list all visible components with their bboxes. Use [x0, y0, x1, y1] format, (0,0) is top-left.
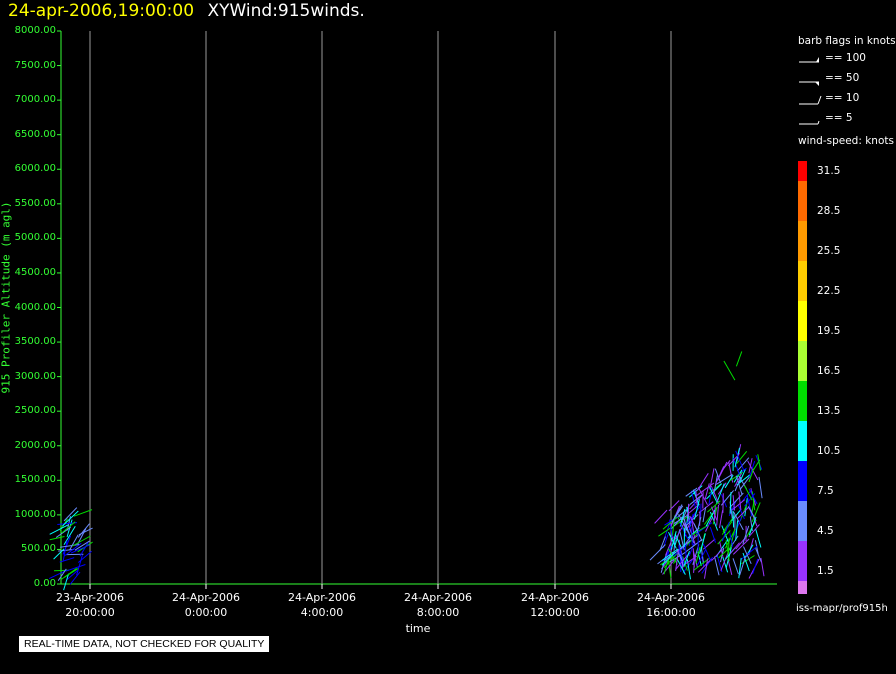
source-path: iss-mapr/prof915h: [796, 603, 888, 614]
colorbar-legend: wind-speed: knots 31.5 28.5 25.5 22.5 19.5 16…: [795, 132, 896, 594]
colorbar-label: 10.5: [817, 445, 841, 457]
y-tick-label: 2500.00: [14, 405, 56, 417]
colorbar-swatch: [798, 221, 807, 261]
y-tick-label: 0.00: [33, 578, 56, 589]
barb-10-icon: [799, 95, 822, 105]
wind-barb: [752, 558, 759, 575]
x-tick-date: 24-Apr-2006: [636, 591, 705, 604]
y-tick-label: 5000.00: [14, 232, 56, 244]
x-tick-time: 4:00:00: [300, 606, 344, 619]
y-tick-label: 7500.00: [14, 59, 56, 71]
colorbar-swatch: [798, 541, 807, 581]
x-axis-label: time: [405, 622, 431, 635]
wind-barb: [695, 490, 698, 506]
y-tick-label: 3000.00: [14, 370, 56, 382]
wind-barb: [732, 495, 735, 511]
colorbar-label: 19.5: [817, 325, 841, 337]
y-tick-label: 4000.00: [14, 301, 56, 313]
barb-5-label: == 5: [825, 112, 853, 124]
colorbar-title: wind-speed: knots: [798, 135, 894, 147]
y-tick-label: 2000.00: [14, 439, 56, 451]
barb-legend-title: barb flags in knots: [798, 35, 896, 47]
wind-barb: [729, 529, 736, 551]
barb-50-label: == 50: [825, 72, 860, 84]
x-tick-label: 24-Apr-2006 12:00:00: [510, 590, 600, 620]
colorbar-swatch: [798, 581, 807, 594]
wind-barb: [727, 558, 733, 576]
wind-barb: [732, 558, 739, 575]
barb-legend: barb flags in knots == 100 == 50 == 10 =…: [795, 30, 896, 130]
wind-barb: [720, 494, 728, 508]
flag-50-icon: [799, 81, 819, 86]
barb-5-icon: [799, 120, 820, 125]
wind-barb: [723, 360, 736, 381]
y-tick-label: 3500.00: [14, 336, 56, 348]
colorbar-swatch: [798, 181, 807, 221]
colorbar-label: 13.5: [817, 405, 841, 417]
wind-barb: [760, 557, 765, 577]
wind-barb: [732, 510, 735, 528]
y-tick-label: 5500.00: [14, 197, 56, 209]
wind-barb: [736, 506, 750, 520]
x-tick-time: 0:00:00: [184, 606, 228, 619]
x-tick-label: 24-Apr-2006 16:00:00: [626, 590, 716, 620]
colorbar-swatch: [798, 501, 807, 541]
y-tick-label: 8000.00: [14, 25, 56, 36]
y-tick-label: 6500.00: [14, 128, 56, 140]
colorbar-swatch: [798, 341, 807, 381]
colorbar-label: 4.5: [817, 525, 834, 537]
y-tick-label: 7000.00: [14, 94, 56, 106]
y-tick-label: 1500.00: [14, 474, 56, 486]
x-tick-time: 16:00:00: [646, 606, 696, 619]
wind-barb: [654, 509, 668, 524]
quality-notice: REAL-TIME DATA, NOT CHECKED FOR QUALITY: [19, 636, 270, 652]
colorbar-label: 1.5: [817, 565, 834, 577]
y-tick-label: 1000.00: [14, 508, 56, 520]
plot-area: [48, 30, 777, 591]
wind-barb: [69, 571, 81, 585]
wind-barb: [758, 476, 763, 499]
colorbar-swatch: [798, 381, 807, 421]
x-tick-time: 12:00:00: [530, 606, 580, 619]
x-tick-date: 24-Apr-2006: [520, 591, 589, 604]
barb-10-label: == 10: [825, 92, 860, 104]
x-tick-label: 24-Apr-2006 8:00:00: [393, 590, 483, 620]
colorbar-label: 25.5: [817, 245, 841, 257]
x-tick-date: 24-Apr-2006: [287, 591, 356, 604]
wind-barb: [729, 492, 744, 508]
colorbar-label: 28.5: [817, 205, 841, 217]
wind-barb: [687, 503, 690, 522]
colorbar-label: 16.5: [817, 365, 841, 377]
flag-100-icon: [799, 57, 819, 63]
colorbar-swatch: [798, 261, 807, 301]
wind-barb: [735, 351, 743, 367]
y-tick-label: 6000.00: [14, 163, 56, 175]
colorbar-swatch: [798, 461, 807, 501]
colorbar-swatch: [798, 301, 807, 341]
x-tick-date: 24-Apr-2006: [403, 591, 472, 604]
x-tick-label: 24-Apr-2006 0:00:00: [161, 590, 251, 620]
x-tick-label: 24-Apr-2006 4:00:00: [277, 590, 367, 620]
barb-100-label: == 100: [825, 52, 866, 64]
y-tick-label: 500.00: [21, 543, 56, 555]
colorbar-swatch: [798, 421, 807, 461]
x-tick-date: 24-Apr-2006: [171, 591, 240, 604]
wind-barb: [649, 544, 666, 561]
wind-barb: [59, 557, 75, 563]
x-tick-time: 8:00:00: [416, 606, 460, 619]
y-tick-label: 4500.00: [14, 266, 56, 278]
colorbar-swatch: [798, 161, 807, 181]
x-tick-label: 23-Apr-2006 20:00:00: [45, 590, 135, 620]
x-tick-time: 20:00:00: [65, 606, 115, 619]
colorbar-label: 31.5: [817, 165, 841, 177]
wind-barb: [691, 527, 693, 546]
wind-barb: [69, 534, 79, 551]
colorbar-label: 7.5: [817, 485, 834, 497]
x-tick-date: 23-Apr-2006: [55, 591, 124, 604]
colorbar-label: 22.5: [817, 285, 841, 297]
